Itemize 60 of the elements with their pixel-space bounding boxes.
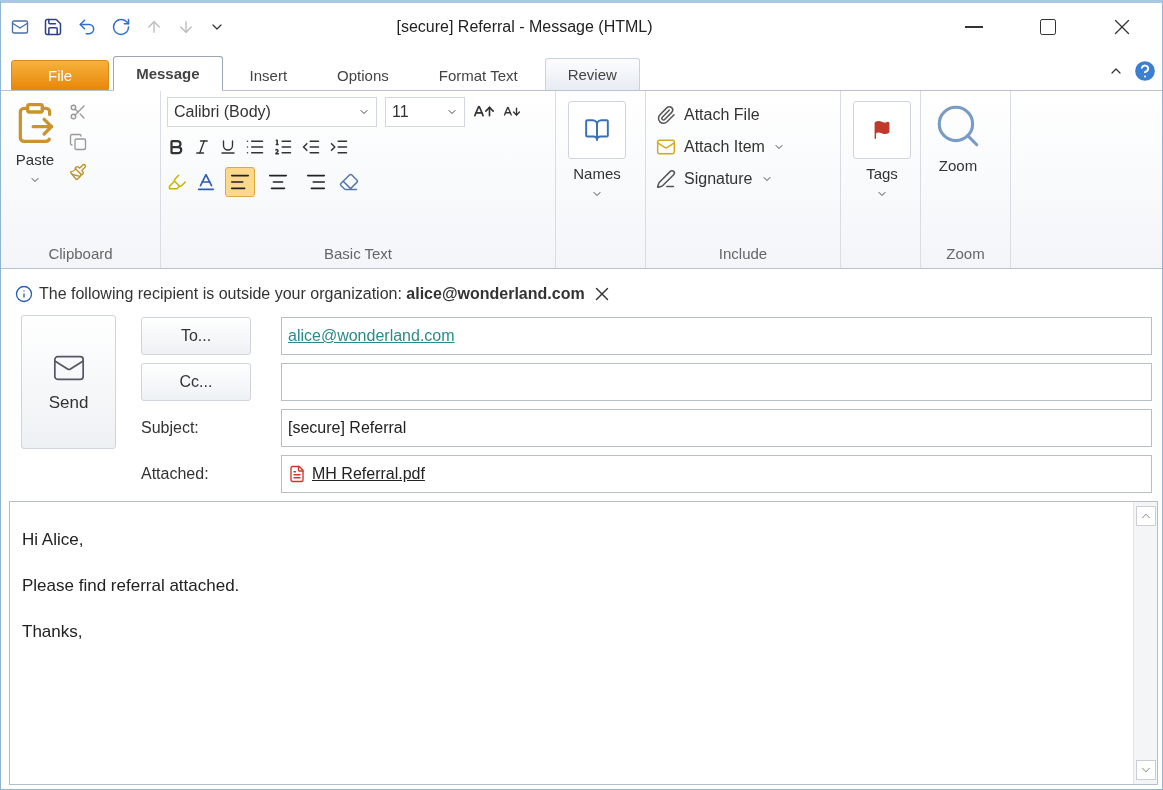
names-button[interactable]: Names (562, 97, 632, 268)
message-text: Please find referral attached. (22, 576, 241, 596)
message-text: Hi Alice, (22, 530, 85, 550)
to-button[interactable]: To... (141, 317, 251, 355)
undo-icon[interactable] (77, 17, 97, 37)
group-label: Clipboard (48, 245, 113, 264)
envelope-icon (656, 137, 676, 157)
attachment-link[interactable]: MH Referral.pdf (312, 465, 425, 483)
save-icon[interactable] (43, 17, 63, 37)
eraser-icon[interactable] (339, 172, 359, 192)
pen-icon (656, 169, 676, 189)
increase-indent-icon[interactable] (329, 137, 349, 157)
font-color-icon[interactable] (195, 171, 217, 193)
cc-button[interactable]: Cc... (141, 363, 251, 401)
redo-icon[interactable] (111, 17, 131, 37)
book-icon (584, 117, 610, 143)
ribbon-tab[interactable]: Format Text (415, 60, 541, 90)
ribbon-tab[interactable]: Review (544, 58, 640, 90)
recipient-warning: The following recipient is outside your organization: alice@wonderland.com (39, 285, 585, 303)
recipient-link[interactable]: alice@wonderland.com (288, 327, 455, 345)
include-button[interactable]: Attach Item (652, 135, 789, 159)
decrease-indent-icon[interactable] (301, 137, 321, 157)
zoom-button[interactable]: Zoom (927, 97, 989, 245)
pdf-file-icon (288, 465, 306, 483)
ribbon-tab[interactable]: Options (314, 60, 412, 90)
message-text: Thanks, (22, 622, 84, 642)
ribbon-tab[interactable]: Insert (226, 60, 311, 90)
subject-field[interactable]: [secure] Referral (281, 409, 1152, 447)
paste-button[interactable]: Paste (7, 97, 63, 245)
flag-icon (872, 120, 892, 140)
numbering-icon[interactable] (273, 137, 293, 157)
underline-icon[interactable] (219, 138, 237, 156)
align-button[interactable] (225, 167, 255, 197)
paperclip-icon (656, 105, 676, 125)
brush-icon[interactable] (69, 163, 87, 181)
tags-button[interactable]: Tags (847, 97, 917, 268)
window-title: [secure] Referral - Message (HTML) (395, 18, 654, 36)
font-size-field[interactable]: 11 (385, 97, 465, 127)
cc-field[interactable] (281, 363, 1152, 401)
include-button[interactable]: Signature (652, 167, 789, 191)
info-icon (15, 285, 33, 303)
group-label: Include (718, 245, 768, 264)
help-icon[interactable] (1132, 58, 1158, 84)
to-field[interactable]: alice@wonderland.com (281, 317, 1152, 355)
ribbon-tab[interactable]: Message (113, 56, 223, 91)
send-button[interactable]: Send (21, 315, 116, 449)
include-button[interactable]: Attach File (652, 103, 789, 127)
attached-label: Attached: (141, 465, 210, 483)
font-name-field[interactable]: Calibri (Body) (167, 97, 377, 127)
group-label: Zoom (946, 245, 985, 264)
envelope-icon (11, 18, 29, 36)
bold-icon[interactable] (167, 138, 185, 156)
bullets-icon[interactable] (245, 137, 265, 157)
subject-label: Subject: (141, 419, 200, 437)
maximize-icon (1038, 17, 1058, 37)
minimize-icon (965, 26, 983, 28)
group-label: Basic Text (323, 245, 393, 264)
italic-icon[interactable] (193, 138, 211, 156)
copy-icon[interactable] (69, 133, 87, 151)
cut-icon[interactable] (69, 103, 87, 121)
